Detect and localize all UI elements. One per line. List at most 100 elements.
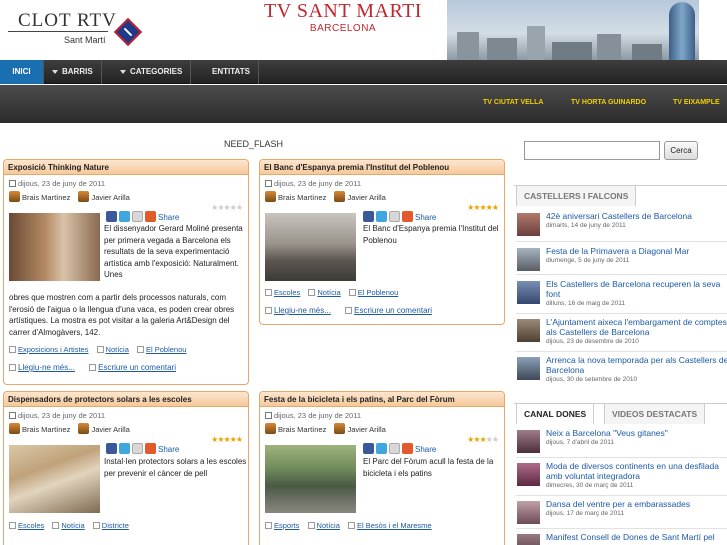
tag-link[interactable]: Notícia <box>317 288 340 297</box>
rating-stars[interactable]: ★★★★★ <box>211 435 243 444</box>
share-plus-icon[interactable] <box>402 211 413 222</box>
clot-rtv-logo[interactable]: CLOT RTV Sant Martí <box>8 8 148 48</box>
tag-icon <box>347 522 355 529</box>
list-item[interactable]: L'Ajuntament aixeca l'embargament de com… <box>516 317 727 350</box>
article-title[interactable]: Dispensadors de protectors solars a les … <box>4 392 248 407</box>
item-thumbnail <box>517 463 540 486</box>
calendar-icon <box>9 412 16 419</box>
item-title[interactable]: Moda de diversos continents en una desfi… <box>546 461 727 481</box>
list-item[interactable]: Moda de diversos continents en una desfi… <box>516 461 727 494</box>
author-name[interactable]: Javier Arilla <box>91 425 129 434</box>
tag-link[interactable]: El Poblenou <box>358 288 398 297</box>
share-label[interactable]: Share <box>415 445 436 454</box>
tab-videos-destacats[interactable]: VIDEOS DESTACATS <box>604 403 706 424</box>
share-plus-icon[interactable] <box>145 211 156 222</box>
item-title[interactable]: 42è aniversari Castellers de Barcelona <box>546 211 727 221</box>
list-item[interactable]: 42è aniversari Castellers de Barcelona d… <box>516 211 727 244</box>
email-icon[interactable] <box>389 443 400 454</box>
share-label[interactable]: Share <box>415 213 436 222</box>
subnav-tv-horta-guinardo[interactable]: TV HORTA GUINARDO <box>571 99 646 106</box>
author-name[interactable]: Brais Martínez <box>22 425 70 434</box>
calendar-icon <box>265 180 272 187</box>
article-thumbnail[interactable] <box>265 213 356 281</box>
write-comment-link[interactable]: Escriure un comentari <box>354 306 432 315</box>
item-title[interactable]: Dansa del ventre per a embarassades <box>546 499 727 509</box>
tag-link[interactable]: Esports <box>274 521 299 530</box>
email-icon[interactable] <box>132 443 143 454</box>
article-title[interactable]: Festa de la bicicleta i els patins, al P… <box>260 392 504 407</box>
share-plus-icon[interactable] <box>402 443 413 454</box>
tag-icon <box>308 289 316 296</box>
article-thumbnail[interactable] <box>9 445 100 513</box>
twitter-icon[interactable] <box>119 211 130 222</box>
list-item[interactable]: Els Castellers de Barcelona recuperen la… <box>516 279 727 312</box>
facebook-icon[interactable] <box>363 443 374 454</box>
facebook-icon[interactable] <box>106 443 117 454</box>
tab-canal-dones[interactable]: CANAL DONES <box>516 403 595 424</box>
tag-link[interactable]: Exposicions i Artistes <box>18 345 88 354</box>
tag-link[interactable]: El Besòs i el Maresme <box>357 521 432 530</box>
list-item[interactable]: Manifest Consell de Dones de Sant Martí … <box>516 532 727 545</box>
calendar-icon <box>265 412 272 419</box>
item-title[interactable]: Arrenca la nova temporada per als Castel… <box>546 355 727 375</box>
author-name[interactable]: Javier Arilla <box>347 425 385 434</box>
search-button[interactable]: Cerca <box>664 141 698 160</box>
subnav-tv-ciutat-vella[interactable]: TV CIUTAT VELLA <box>483 99 543 106</box>
tag-icon <box>348 289 356 296</box>
share-label[interactable]: Share <box>158 445 179 454</box>
nav-inici[interactable]: INICI <box>0 60 44 84</box>
rating-stars[interactable]: ★★★★★ <box>467 435 499 444</box>
nav-entitats[interactable]: ENTITATS <box>204 60 259 84</box>
item-thumbnail <box>517 213 540 236</box>
item-title[interactable]: Els Castellers de Barcelona recuperen la… <box>546 279 727 299</box>
author-avatar-icon <box>78 423 90 434</box>
tag-link[interactable]: Notícia <box>106 345 129 354</box>
twitter-icon[interactable] <box>119 443 130 454</box>
plus-box-icon <box>9 364 16 371</box>
article-thumbnail[interactable] <box>9 213 100 281</box>
tab-castellers-i-falcons[interactable]: CASTELLERS I FALCONS <box>516 185 637 206</box>
item-title[interactable]: Festa de la Primavera a Diagonal Mar <box>546 246 727 256</box>
read-more-link[interactable]: Llegiu-ne més... <box>18 363 75 372</box>
author-name[interactable]: Brais Martínez <box>278 193 326 202</box>
author-name[interactable]: Brais Martínez <box>278 425 326 434</box>
tag-link[interactable]: Districte <box>102 521 129 530</box>
nav-barris[interactable]: BARRIS <box>44 60 102 84</box>
article-tags: Exposicions i Artistes Notícia El Poblen… <box>9 345 192 354</box>
nav-categories[interactable]: CATEGORIES <box>112 60 192 84</box>
email-icon[interactable] <box>389 211 400 222</box>
author-name[interactable]: Javier Arilla <box>347 193 385 202</box>
author-name[interactable]: Javier Arilla <box>91 193 129 202</box>
chevron-down-icon <box>52 69 58 74</box>
list-item[interactable]: Arrenca la nova temporada per als Castel… <box>516 355 727 388</box>
email-icon[interactable] <box>132 211 143 222</box>
rating-stars[interactable]: ★★★★★ <box>467 203 499 212</box>
search-input[interactable] <box>524 141 660 160</box>
tag-link[interactable]: El Poblenou <box>146 345 186 354</box>
subnav-tv-eixample[interactable]: TV EIXAMPLE <box>673 99 720 106</box>
tag-icon <box>52 522 60 529</box>
facebook-icon[interactable] <box>106 211 117 222</box>
twitter-icon[interactable] <box>376 443 387 454</box>
twitter-icon[interactable] <box>376 211 387 222</box>
item-title[interactable]: L'Ajuntament aixeca l'embargament de com… <box>546 317 727 337</box>
tag-link[interactable]: Notícia <box>61 521 84 530</box>
article-title[interactable]: Exposició Thinking Nature <box>4 160 248 175</box>
share-label[interactable]: Share <box>158 213 179 222</box>
rating-stars[interactable]: ★★★★★ <box>211 203 243 212</box>
article-thumbnail[interactable] <box>265 445 356 513</box>
write-comment-link[interactable]: Escriure un comentari <box>98 363 176 372</box>
share-plus-icon[interactable] <box>145 443 156 454</box>
item-date: dijous, 17 de març de 2011 <box>546 510 624 517</box>
item-date: dijous, 30 de setembre de 2010 <box>546 376 638 383</box>
tag-link[interactable]: Escoles <box>274 288 300 297</box>
item-title[interactable]: Neix a Barcelona "Veus gitanes" <box>546 428 727 438</box>
item-thumbnail <box>517 501 540 524</box>
tag-link[interactable]: Notícia <box>317 521 340 530</box>
tag-link[interactable]: Escoles <box>18 521 44 530</box>
item-title[interactable]: Manifest Consell de Dones de Sant Martí … <box>546 532 727 542</box>
facebook-icon[interactable] <box>363 211 374 222</box>
author-name[interactable]: Brais Martínez <box>22 193 70 202</box>
article-title[interactable]: El Banc d'Espanya premia l'Institut del … <box>260 160 504 175</box>
read-more-link[interactable]: Llegiu-ne més... <box>274 306 331 315</box>
